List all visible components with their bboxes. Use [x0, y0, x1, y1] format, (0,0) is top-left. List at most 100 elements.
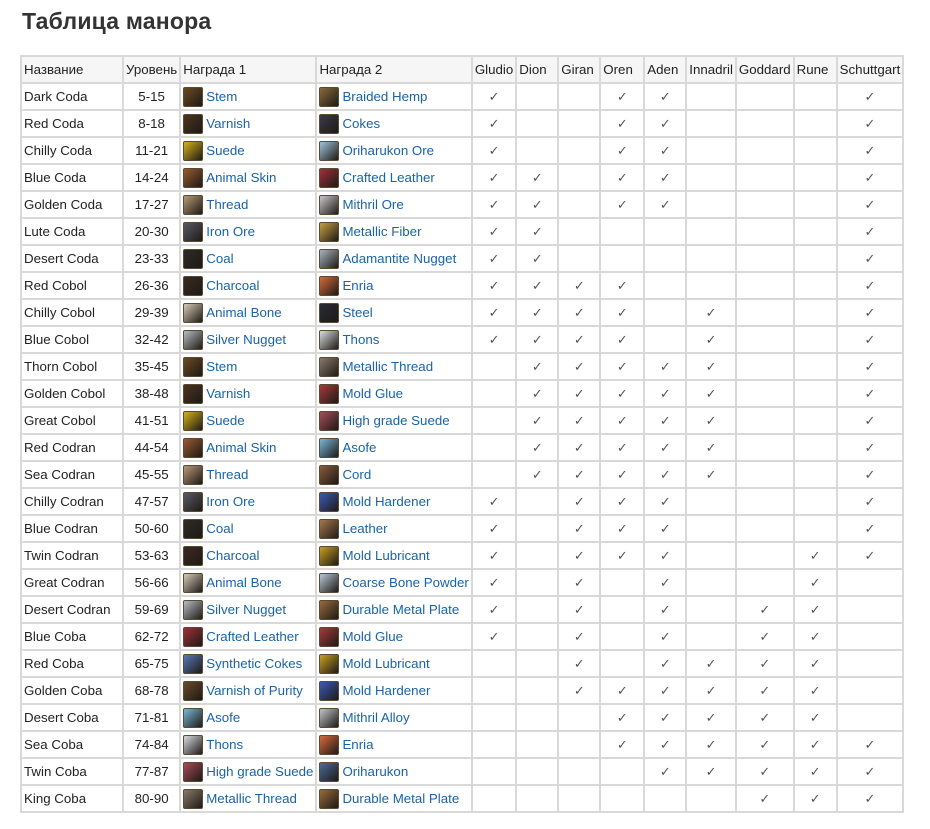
silver-nugget-icon[interactable] — [183, 329, 204, 350]
reward-1-link[interactable]: Coal — [206, 521, 233, 536]
reward-1-link[interactable]: Charcoal — [206, 548, 259, 563]
mold-glue-icon[interactable] — [319, 383, 340, 404]
reward-2-link[interactable]: Coarse Bone Powder — [342, 575, 468, 590]
durable-metal-plate-icon[interactable] — [319, 599, 340, 620]
stem-icon[interactable] — [183, 356, 204, 377]
reward-2-link[interactable]: Thons — [342, 332, 379, 347]
mithril-alloy-icon[interactable] — [319, 707, 340, 728]
coal-icon[interactable] — [183, 518, 204, 539]
animal-skin-icon[interactable] — [183, 437, 204, 458]
reward-2-link[interactable]: Crafted Leather — [342, 170, 434, 185]
leather-icon[interactable] — [319, 518, 340, 539]
reward-2-link[interactable]: Steel — [342, 305, 372, 320]
thons-icon[interactable] — [183, 734, 204, 755]
animal-bone-icon[interactable] — [183, 572, 204, 593]
reward-1-link[interactable]: Animal Skin — [206, 170, 276, 185]
reward-1-link[interactable]: Thread — [206, 467, 248, 482]
reward-2-link[interactable]: Metallic Thread — [342, 359, 433, 374]
oriharukon-ore-icon[interactable] — [319, 140, 340, 161]
reward-1-link[interactable]: Iron Ore — [206, 224, 255, 239]
durable-metal-plate-icon[interactable] — [319, 788, 340, 809]
enria-icon[interactable] — [319, 275, 340, 296]
reward-2-link[interactable]: Mithril Alloy — [342, 710, 409, 725]
reward-1-link[interactable]: Thons — [206, 737, 243, 752]
reward-1-link[interactable]: Animal Bone — [206, 305, 281, 320]
reward-1-link[interactable]: Silver Nugget — [206, 332, 286, 347]
reward-1-link[interactable]: Suede — [206, 143, 244, 158]
crafted-leather-icon[interactable] — [319, 167, 340, 188]
reward-1-link[interactable]: Iron Ore — [206, 494, 255, 509]
reward-2-link[interactable]: Leather — [342, 521, 387, 536]
reward-2-link[interactable]: Oriharukon — [342, 764, 408, 779]
suede-icon[interactable] — [183, 140, 204, 161]
reward-1-link[interactable]: Silver Nugget — [206, 602, 286, 617]
iron-ore-icon[interactable] — [183, 221, 204, 242]
asofe-icon[interactable] — [319, 437, 340, 458]
reward-1-link[interactable]: Stem — [206, 89, 237, 104]
enria-icon[interactable] — [319, 734, 340, 755]
reward-2-link[interactable]: Mold Lubricant — [342, 548, 429, 563]
reward-2-link[interactable]: Durable Metal Plate — [342, 602, 459, 617]
mold-glue-icon[interactable] — [319, 626, 340, 647]
stem-icon[interactable] — [183, 86, 204, 107]
reward-2-link[interactable]: Adamantite Nugget — [342, 251, 456, 266]
reward-1-link[interactable]: Thread — [206, 197, 248, 212]
reward-2-link[interactable]: Enria — [342, 278, 373, 293]
reward-1-link[interactable]: Crafted Leather — [206, 629, 298, 644]
reward-2-link[interactable]: Durable Metal Plate — [342, 791, 459, 806]
reward-2-link[interactable]: Cord — [342, 467, 371, 482]
thread-icon[interactable] — [183, 194, 204, 215]
mold-hardener-icon[interactable] — [319, 491, 340, 512]
reward-2-link[interactable]: High grade Suede — [342, 413, 449, 428]
coarse-bone-powder-icon[interactable] — [319, 572, 340, 593]
reward-2-link[interactable]: Enria — [342, 737, 373, 752]
reward-2-link[interactable]: Cokes — [342, 116, 380, 131]
animal-skin-icon[interactable] — [183, 167, 204, 188]
thons-icon[interactable] — [319, 329, 340, 350]
silver-nugget-icon[interactable] — [183, 599, 204, 620]
coal-icon[interactable] — [183, 248, 204, 269]
thread-icon[interactable] — [183, 464, 204, 485]
reward-1-link[interactable]: Metallic Thread — [206, 791, 297, 806]
braided-hemp-icon[interactable] — [319, 86, 340, 107]
reward-1-link[interactable]: Animal Skin — [206, 440, 276, 455]
mold-lubricant-icon[interactable] — [319, 653, 340, 674]
charcoal-icon[interactable] — [183, 275, 204, 296]
reward-2-link[interactable]: Asofe — [342, 440, 376, 455]
varnish-of-purity-icon[interactable] — [183, 680, 204, 701]
varnish-icon[interactable] — [183, 113, 204, 134]
oriharukon-icon[interactable] — [319, 761, 340, 782]
mold-lubricant-icon[interactable] — [319, 545, 340, 566]
high-grade-suede-icon[interactable] — [183, 761, 204, 782]
reward-1-link[interactable]: Synthetic Cokes — [206, 656, 302, 671]
iron-ore-icon[interactable] — [183, 491, 204, 512]
reward-2-link[interactable]: Mold Hardener — [342, 683, 430, 698]
reward-2-link[interactable]: Mithril Ore — [342, 197, 403, 212]
reward-2-link[interactable]: Mold Lubricant — [342, 656, 429, 671]
reward-2-link[interactable]: Mold Glue — [342, 629, 403, 644]
reward-1-link[interactable]: Suede — [206, 413, 244, 428]
reward-2-link[interactable]: Braided Hemp — [342, 89, 427, 104]
synthetic-cokes-icon[interactable] — [183, 653, 204, 674]
suede-icon[interactable] — [183, 410, 204, 431]
mold-hardener-icon[interactable] — [319, 680, 340, 701]
reward-1-link[interactable]: Charcoal — [206, 278, 259, 293]
charcoal-icon[interactable] — [183, 545, 204, 566]
metallic-fiber-icon[interactable] — [319, 221, 340, 242]
animal-bone-icon[interactable] — [183, 302, 204, 323]
mithril-ore-icon[interactable] — [319, 194, 340, 215]
reward-1-link[interactable]: Stem — [206, 359, 237, 374]
varnish-icon[interactable] — [183, 383, 204, 404]
reward-1-link[interactable]: Coal — [206, 251, 233, 266]
reward-1-link[interactable]: Varnish — [206, 116, 250, 131]
high-grade-suede-icon[interactable] — [319, 410, 340, 431]
reward-1-link[interactable]: High grade Suede — [206, 764, 313, 779]
cokes-icon[interactable] — [319, 113, 340, 134]
reward-1-link[interactable]: Varnish — [206, 386, 250, 401]
reward-2-link[interactable]: Metallic Fiber — [342, 224, 421, 239]
asofe-icon[interactable] — [183, 707, 204, 728]
cord-icon[interactable] — [319, 464, 340, 485]
metallic-thread-icon[interactable] — [183, 788, 204, 809]
steel-icon[interactable] — [319, 302, 340, 323]
reward-2-link[interactable]: Mold Glue — [342, 386, 403, 401]
